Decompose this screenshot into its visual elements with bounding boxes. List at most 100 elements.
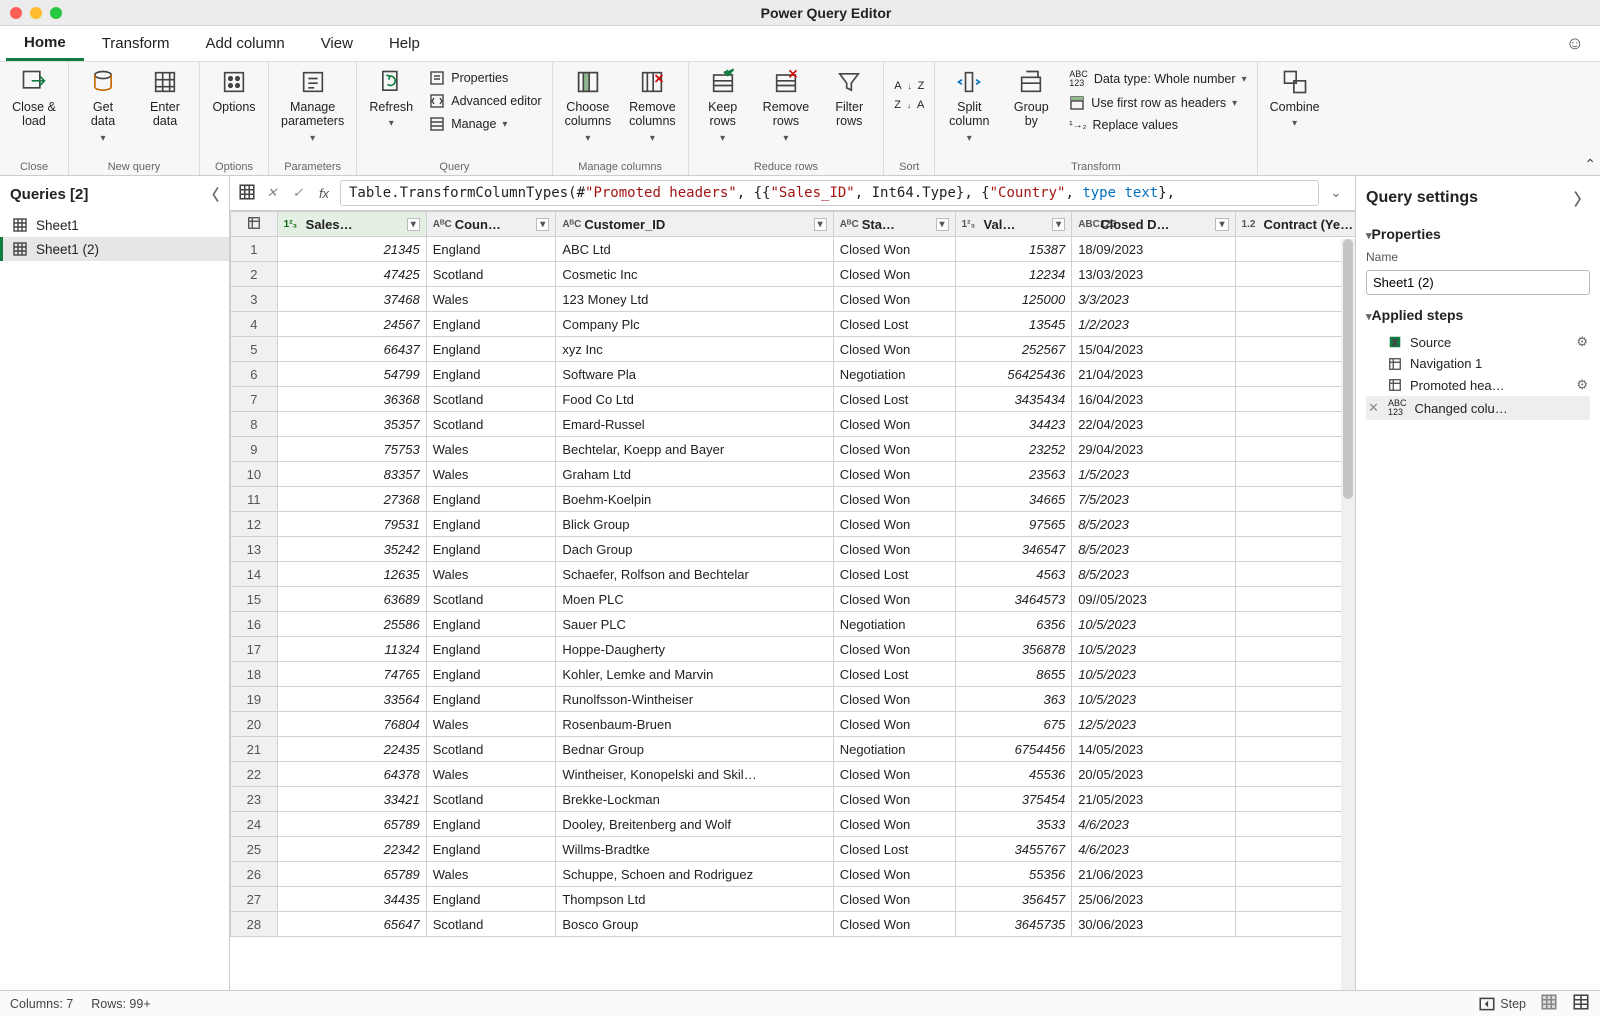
menu-home[interactable]: Home — [6, 26, 84, 61]
step-settings-icon[interactable]: ⚙ — [1576, 334, 1588, 350]
window-close-button[interactable] — [10, 7, 22, 19]
row-number[interactable]: 12 — [231, 512, 278, 537]
grid-cell[interactable]: 2.5 — [1235, 387, 1355, 412]
menu-view[interactable]: View — [303, 26, 371, 61]
row-number[interactable]: 3 — [231, 287, 278, 312]
grid-cell[interactable]: Wales — [426, 287, 556, 312]
grid-cell[interactable]: Closed Lost — [833, 312, 955, 337]
grid-cell[interactable]: 12234 — [955, 262, 1072, 287]
grid-cell[interactable]: Scotland — [426, 787, 556, 812]
grid-cell[interactable]: Closed Won — [833, 637, 955, 662]
grid-cell[interactable]: 27368 — [277, 487, 426, 512]
keep-rows-button[interactable]: Keep rows — [695, 66, 751, 146]
grid-cell[interactable]: Dach Group — [556, 537, 833, 562]
grid-cell[interactable]: Closed Won — [833, 687, 955, 712]
grid-cell[interactable]: 3 — [1235, 687, 1355, 712]
grid-cell[interactable]: Negotiation — [833, 737, 955, 762]
grid-cell[interactable]: Wales — [426, 437, 556, 462]
grid-cell[interactable]: 10/5/2023 — [1072, 637, 1235, 662]
column-header[interactable]: 1²₃Val…▾ — [955, 212, 1072, 237]
column-filter-icon[interactable]: ▾ — [407, 218, 420, 231]
formula-cancel-icon[interactable]: ✕ — [262, 185, 282, 201]
grid-cell[interactable]: 36368 — [277, 387, 426, 412]
row-number[interactable]: 24 — [231, 812, 278, 837]
applied-step[interactable]: ✕ABC123Changed colu… — [1366, 396, 1590, 420]
grid-cell[interactable]: ABC Ltd — [556, 237, 833, 262]
grid-cell[interactable]: 79531 — [277, 512, 426, 537]
grid-cell[interactable]: 1.5 — [1235, 887, 1355, 912]
grid-cell[interactable]: 23563 — [955, 462, 1072, 487]
formula-expand-icon[interactable]: ⌄ — [1325, 185, 1347, 201]
grid-cell[interactable]: 2 — [1235, 462, 1355, 487]
grid-cell[interactable]: 3464573 — [955, 587, 1072, 612]
grid-cell[interactable]: England — [426, 662, 556, 687]
grid-cell[interactable]: 356457 — [955, 887, 1072, 912]
grid-cell[interactable]: 8655 — [955, 662, 1072, 687]
close-and-load-button[interactable]: Close & load — [6, 66, 62, 131]
grid-cell[interactable]: England — [426, 312, 556, 337]
grid-cell[interactable]: 34435 — [277, 887, 426, 912]
ribbon-expand-icon[interactable]: ⌃ — [1584, 156, 1596, 173]
grid-cell[interactable]: 74765 — [277, 662, 426, 687]
grid-cell[interactable]: Dooley, Breitenberg and Wolf — [556, 812, 833, 837]
column-filter-icon[interactable]: ▾ — [1215, 218, 1228, 231]
grid-cell[interactable]: 3 — [1235, 312, 1355, 337]
grid-cell[interactable]: England — [426, 362, 556, 387]
grid-cell[interactable]: England — [426, 887, 556, 912]
grid-cell[interactable]: Wintheiser, Konopelski and Skil… — [556, 762, 833, 787]
grid-cell[interactable]: 6356 — [955, 612, 1072, 637]
grid-cell[interactable]: Closed Won — [833, 262, 955, 287]
grid-cell[interactable]: 21/06/2023 — [1072, 862, 1235, 887]
sort-asc-button[interactable]: A↓Z — [890, 78, 928, 94]
group-by-button[interactable]: Group by — [1003, 66, 1059, 131]
grid-cell[interactable]: Closed Won — [833, 787, 955, 812]
data-type-button[interactable]: ABC123Data type: Whole number — [1065, 68, 1250, 90]
grid-cell[interactable]: 6754456 — [955, 737, 1072, 762]
grid-cell[interactable]: 20/05/2023 — [1072, 762, 1235, 787]
column-header[interactable]: AᴮCCustomer_ID▾ — [556, 212, 833, 237]
grid-cell[interactable]: England — [426, 612, 556, 637]
grid-cell[interactable]: 56425436 — [955, 362, 1072, 387]
grid-cell[interactable]: Bosco Group — [556, 912, 833, 937]
grid-cell[interactable]: Scotland — [426, 587, 556, 612]
window-maximize-button[interactable] — [50, 7, 62, 19]
grid-cell[interactable]: 2 — [1235, 787, 1355, 812]
grid-cell[interactable]: Wales — [426, 762, 556, 787]
step-settings-icon[interactable]: ⚙ — [1576, 377, 1588, 393]
grid-cell[interactable]: Closed Won — [833, 587, 955, 612]
menu-help[interactable]: Help — [371, 26, 438, 61]
view-grid-icon[interactable] — [1540, 993, 1558, 1014]
combine-button[interactable]: Combine — [1264, 66, 1326, 132]
menu-add-column[interactable]: Add column — [187, 26, 302, 61]
grid-cell[interactable]: Closed Won — [833, 512, 955, 537]
grid-cell[interactable]: Closed Won — [833, 337, 955, 362]
row-number[interactable]: 2 — [231, 262, 278, 287]
menu-transform[interactable]: Transform — [84, 26, 188, 61]
grid-cell[interactable]: England — [426, 637, 556, 662]
grid-cell[interactable]: 22/04/2023 — [1072, 412, 1235, 437]
grid-cell[interactable]: 7/5/2023 — [1072, 487, 1235, 512]
row-number[interactable]: 28 — [231, 912, 278, 937]
enter-data-button[interactable]: Enter data — [137, 66, 193, 131]
grid-cell[interactable]: Closed Won — [833, 437, 955, 462]
applied-step[interactable]: XSource⚙ — [1366, 331, 1590, 353]
grid-cell[interactable]: England — [426, 337, 556, 362]
grid-cell[interactable]: 21345 — [277, 237, 426, 262]
row-number[interactable]: 1 — [231, 237, 278, 262]
grid-cell[interactable]: 1 — [1235, 912, 1355, 937]
grid-cell[interactable]: 8/5/2023 — [1072, 537, 1235, 562]
grid-cell[interactable]: Rosenbaum-Bruen — [556, 712, 833, 737]
queries-collapse-icon[interactable]: 〈 — [204, 184, 219, 205]
grid-cell[interactable]: 8/5/2023 — [1072, 512, 1235, 537]
grid-cell[interactable]: 2 — [1235, 762, 1355, 787]
grid-cell[interactable]: 4/6/2023 — [1072, 837, 1235, 862]
grid-cell[interactable]: Hoppe-Daugherty — [556, 637, 833, 662]
grid-cell[interactable]: 3435434 — [955, 387, 1072, 412]
grid-cell[interactable]: 65789 — [277, 862, 426, 887]
grid-cell[interactable]: Blick Group — [556, 512, 833, 537]
grid-cell[interactable]: Wales — [426, 562, 556, 587]
grid-cell[interactable]: 3/3/2023 — [1072, 287, 1235, 312]
advanced-editor-button[interactable]: Advanced editor — [425, 91, 545, 111]
sort-desc-button[interactable]: Z↓A — [890, 97, 928, 113]
grid-cell[interactable]: 11324 — [277, 637, 426, 662]
